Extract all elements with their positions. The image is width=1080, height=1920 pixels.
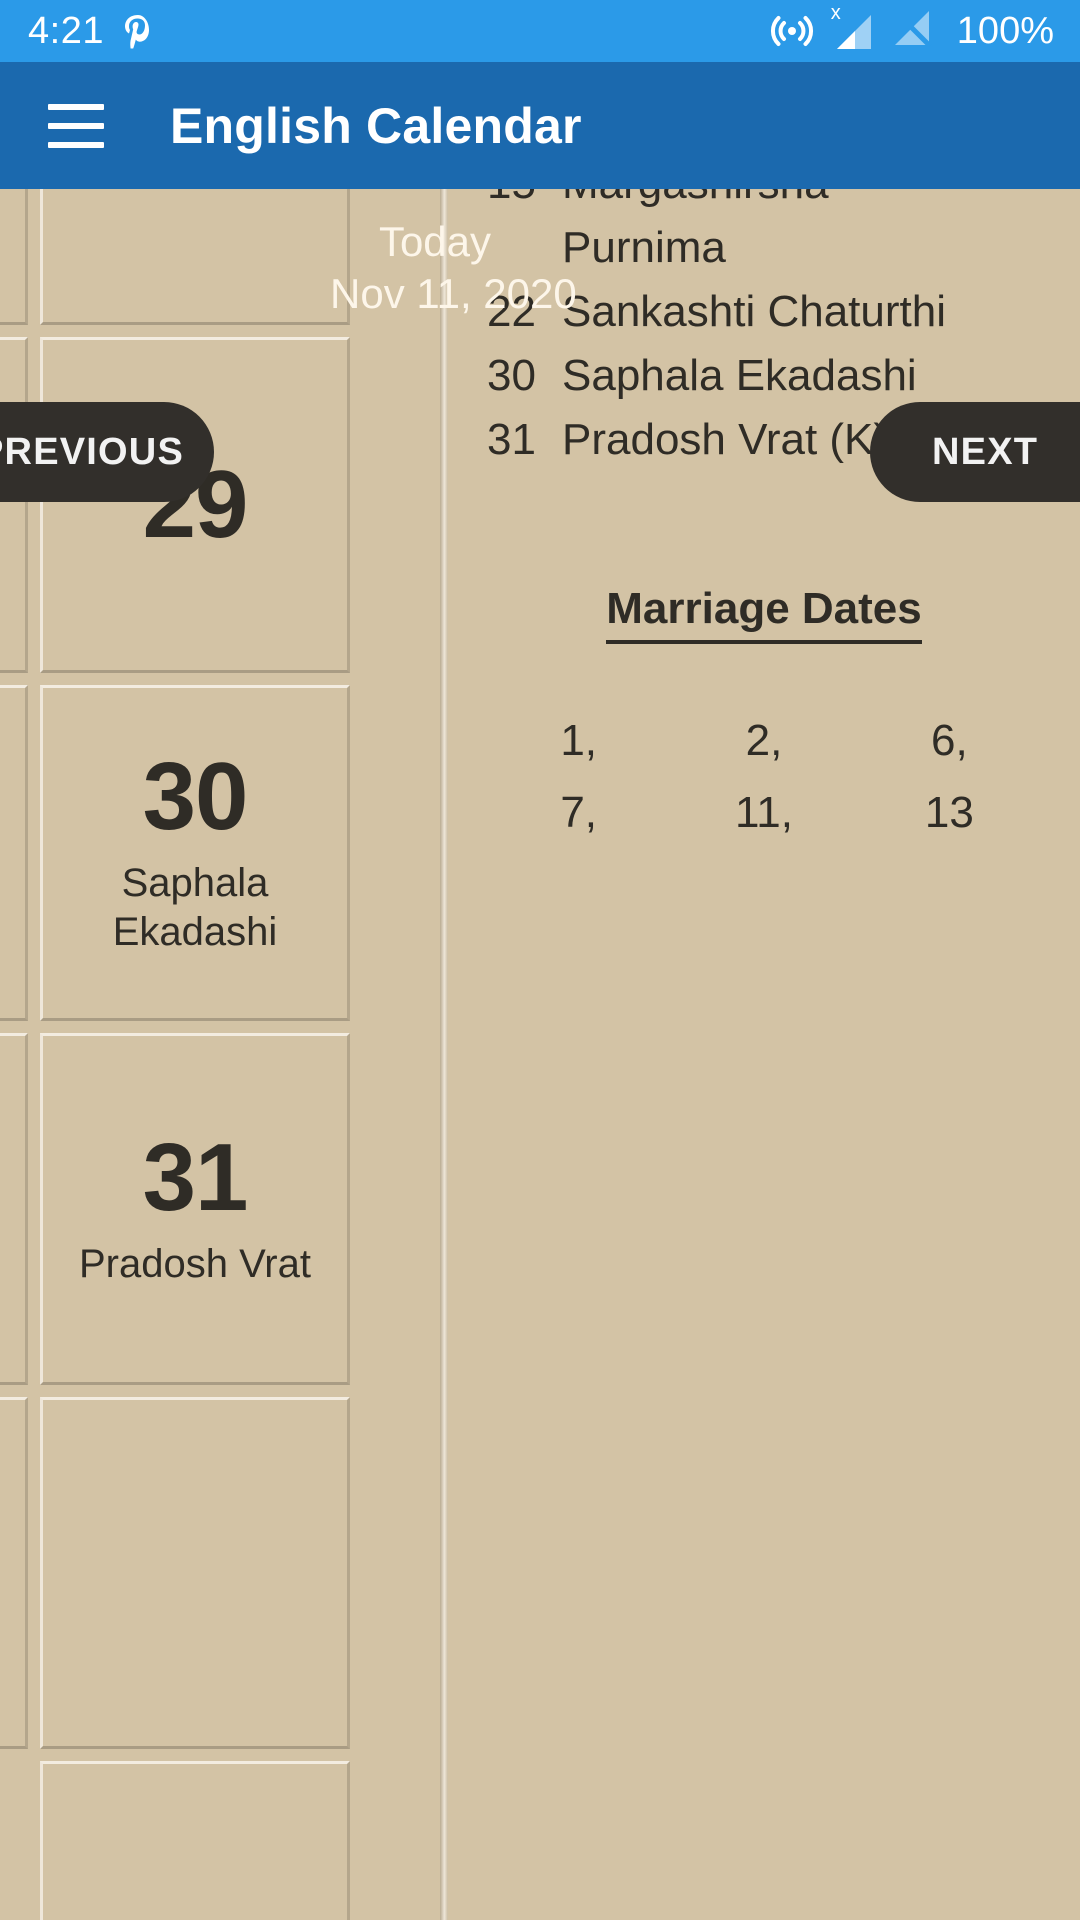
day-cell[interactable]: 29 <box>40 337 350 673</box>
marriage-dates-grid: 1, 2, 6, 7, 11, 13 <box>448 716 1080 838</box>
next-button[interactable]: NEXT <box>870 402 1080 502</box>
hamburger-menu-icon[interactable] <box>48 103 104 148</box>
signal-x-icon: x <box>829 3 875 53</box>
marriage-date: 2, <box>745 716 783 765</box>
day-cell-above[interactable] <box>40 189 350 325</box>
day-number: 30 <box>142 743 249 851</box>
battery-percentage: 100% <box>956 10 1054 52</box>
hotspot-icon <box>769 6 815 57</box>
festival-day: 15 <box>448 189 536 209</box>
festival-row[interactable]: 22 Sankashti Chaturthi <box>448 287 1080 337</box>
previous-button[interactable]: PREVIOUS <box>0 402 214 502</box>
signal-off-icon <box>889 7 935 56</box>
festival-name: Sankashti Chaturthi <box>562 287 946 336</box>
festival-day: 31 <box>487 415 536 464</box>
day-cell-below[interactable] <box>40 1761 350 1920</box>
festival-day: 22 <box>487 287 536 336</box>
festival-name: Pradosh Vrat (K) <box>562 415 889 464</box>
day-cell[interactable]: 31 Pradosh Vrat <box>40 1033 350 1385</box>
previous-button-label: PREVIOUS <box>0 430 184 473</box>
app-screen: 29 30 Saphala Ekadashi 31 Pradosh Vrat P… <box>0 0 1080 1920</box>
marriage-dates-section: Marriage Dates 1, 2, 6, 7, 11, 13 <box>448 584 1080 838</box>
day-cell[interactable]: 30 Saphala Ekadashi <box>40 685 350 1021</box>
marriage-date: 11, <box>735 788 793 837</box>
marriage-date: 1, <box>560 716 598 765</box>
marriage-date: 13 <box>924 788 974 837</box>
day-number: 31 <box>142 1123 249 1231</box>
festival-row-continuation[interactable]: Purnima <box>448 223 1080 273</box>
next-button-label: NEXT <box>932 430 1039 473</box>
day-cell-empty[interactable] <box>40 1397 350 1749</box>
marriage-date: 7, <box>560 788 598 837</box>
marriage-dates-title: Marriage Dates <box>606 584 922 644</box>
calendar-body: 29 30 Saphala Ekadashi 31 Pradosh Vrat P… <box>0 189 1080 1920</box>
day-event-label: Saphala Ekadashi <box>112 861 278 954</box>
app-title: English Calendar <box>170 97 582 154</box>
festival-name: Margashirsha <box>562 189 829 209</box>
day-event-label: Pradosh Vrat <box>79 1241 311 1286</box>
status-bar-left: 4:21 <box>28 12 154 50</box>
column-separator <box>440 189 448 1920</box>
festival-row[interactable]: 15 Margashirsha <box>448 189 1080 209</box>
festival-day: 30 <box>487 351 536 400</box>
status-time: 4:21 <box>28 10 104 52</box>
status-bar: 4:21 x 100% <box>0 0 1080 62</box>
app-bar: English Calendar <box>0 62 1080 189</box>
status-bar-right: x 100% <box>769 3 1054 57</box>
festival-row[interactable]: 30 Saphala Ekadashi <box>448 351 1080 401</box>
marriage-date: 6, <box>930 716 968 765</box>
festival-name-continued: Purnima <box>562 223 726 272</box>
festival-name: Saphala Ekadashi <box>562 351 917 400</box>
pinterest-icon <box>124 13 154 49</box>
